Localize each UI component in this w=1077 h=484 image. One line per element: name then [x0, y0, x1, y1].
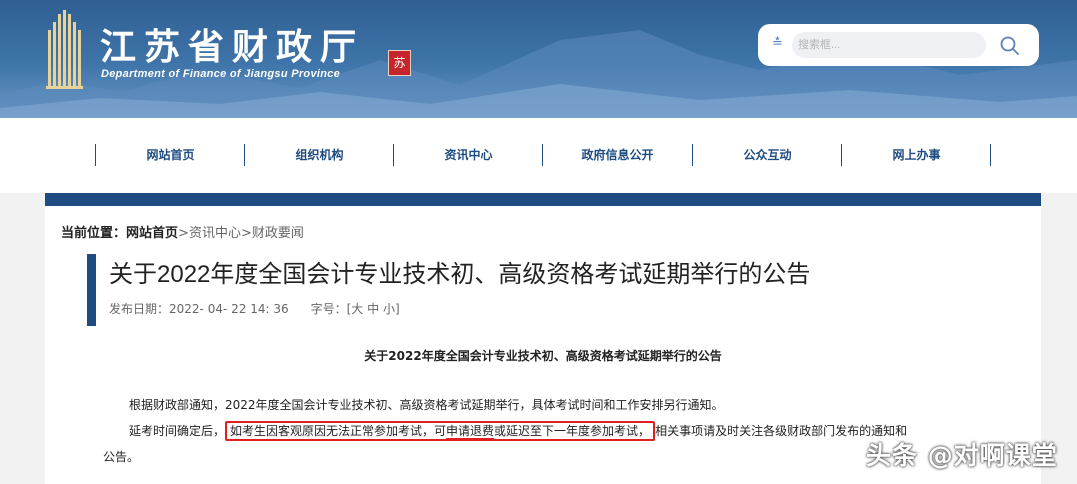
nav-item-home[interactable]: 网站首页 [95, 144, 245, 166]
breadcrumb-separator: > [240, 226, 252, 241]
breadcrumb-section-link[interactable]: 资讯中心 [189, 226, 241, 241]
chevron-down-icon[interactable]: ≛ [772, 36, 783, 51]
publish-date: 2022- 04- 22 14: 36 [169, 302, 289, 316]
search-icon[interactable] [998, 34, 1022, 58]
nav-divider [990, 144, 991, 166]
font-size-medium-link[interactable]: 中 [367, 302, 379, 316]
content-title: 关于2022年度全国会计专业技术初、高级资格考试延期举行的公告 [364, 349, 722, 363]
paragraph-2: 延考时间确定后， 如考生因客观原因无法正常参加考试，可申请退费或延迟至下一年度参加… [129, 421, 907, 441]
search-input[interactable] [792, 32, 986, 58]
font-size-bracket: ] [394, 302, 400, 316]
highlight-text-a: 如考生因客观原因无法正常参加考试，可 [230, 424, 447, 438]
nav-item-online-services[interactable]: 网上办事 [841, 144, 991, 166]
seal-logo: 苏 [388, 50, 411, 76]
watermark: 头条 @对啊课堂 [866, 441, 1058, 470]
breadcrumb: 当前位置：网站首页>资讯中心>财政要闻 [61, 222, 304, 241]
nav-item-gov-info[interactable]: 政府信息公开 [542, 144, 692, 166]
main-nav: 网站首页 组织机构 资讯中心 政府信息公开 公众互动 网上办事 [0, 118, 1077, 193]
site-header: 江苏省财政厅 Department of Finance of Jiangsu … [0, 0, 1077, 118]
nav-item-interaction[interactable]: 公众互动 [692, 144, 842, 166]
nav-item-organization[interactable]: 组织机构 [244, 144, 394, 166]
nav-underline-bar [45, 193, 1041, 206]
title-accent-bar [87, 254, 96, 326]
breadcrumb-separator: > [178, 226, 189, 241]
highlighted-text-box: 如考生因客观原因无法正常参加考试，可申请退费或延迟至下一年度参加考试， [225, 421, 656, 441]
article-meta: 发布日期：2022- 04- 22 14: 36 字号：[大 中 小] [109, 300, 400, 317]
refund-underlined-text: 申请退费 [446, 424, 495, 438]
paragraph-2-start: 延考时间确定后， [129, 424, 226, 438]
font-size-label: 字号：[ [310, 302, 352, 316]
highlight-text-b: 或延迟至下一年度参加考试， [494, 424, 651, 438]
site-title: 江苏省财政厅 [100, 26, 365, 68]
date-label: 发布日期： [109, 302, 170, 316]
breadcrumb-home-link[interactable]: 网站首页 [126, 226, 178, 241]
paragraph-1: 根据财政部通知，2022年度全国会计专业技术初、高级资格考试延期举行，具体考试时… [129, 398, 724, 412]
paragraph-3: 公告。 [103, 450, 140, 464]
nav-item-news[interactable]: 资讯中心 [393, 144, 543, 166]
site-subtitle: Department of Finance of Jiangsu Provinc… [101, 68, 341, 80]
article-title: 关于2022年度全国会计专业技术初、高级资格考试延期举行的公告 [109, 261, 811, 288]
font-size-small-link[interactable]: 小 [383, 302, 395, 316]
breadcrumb-label: 当前位置： [61, 226, 127, 241]
font-size-large-link[interactable]: 大 [351, 302, 363, 316]
breadcrumb-current-link[interactable]: 财政要闻 [252, 226, 304, 241]
search-box: ≛ [758, 24, 1039, 66]
building-logo-icon [46, 10, 83, 89]
